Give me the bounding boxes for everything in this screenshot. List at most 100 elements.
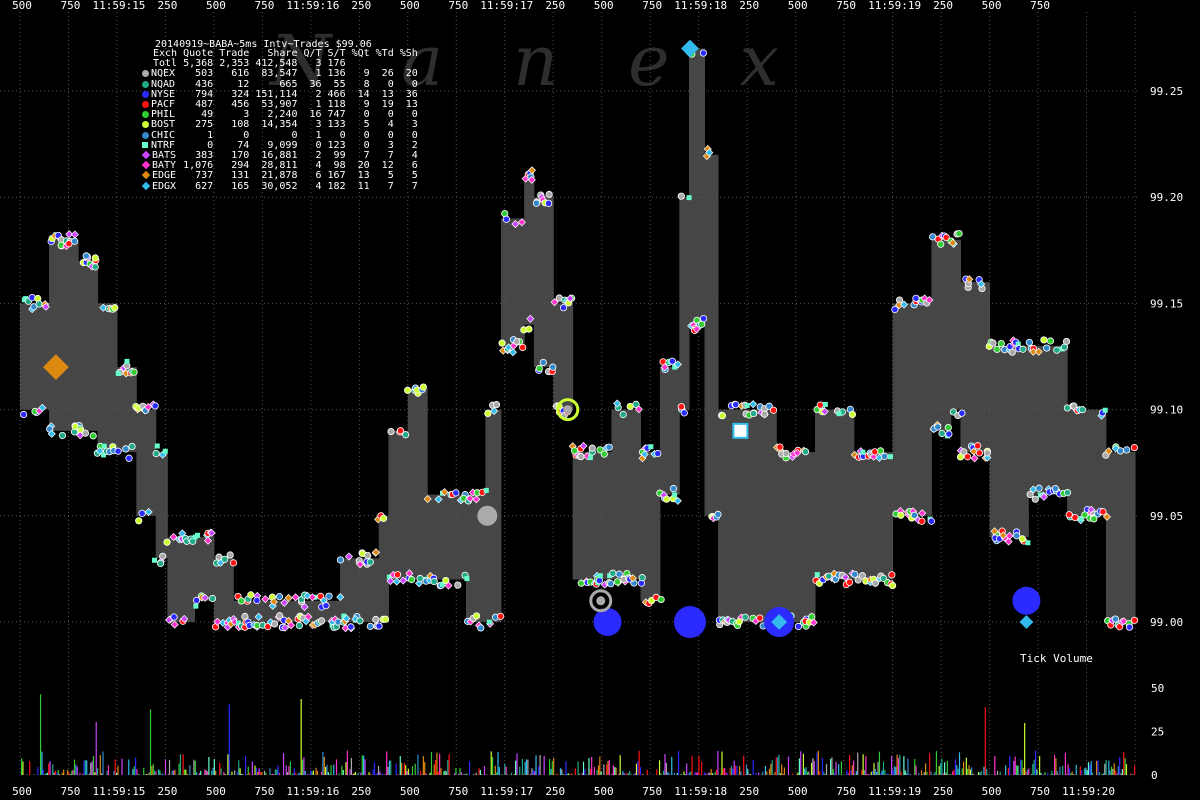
trade-marker-dot bbox=[605, 443, 613, 451]
tick-volume-bar bbox=[249, 772, 251, 775]
tick-volume-bar bbox=[774, 772, 776, 775]
trade-marker-dot bbox=[111, 304, 119, 312]
tick-volume-bar bbox=[762, 771, 764, 775]
stats-cell-value: 182 bbox=[327, 180, 346, 192]
tick-volume-bar bbox=[162, 773, 164, 775]
tick-volume-bar bbox=[238, 760, 240, 775]
tick-volume-bar bbox=[896, 754, 898, 775]
x-tick-label-top: 500 bbox=[206, 0, 226, 12]
tick-volume-bar bbox=[962, 761, 965, 775]
tick-volume-bar bbox=[521, 758, 524, 775]
tick-volume-bar bbox=[531, 768, 533, 775]
tick-volume-bar bbox=[405, 765, 407, 775]
y-tick-label: 99.25 bbox=[1150, 85, 1183, 98]
trade-marker-dot bbox=[484, 409, 492, 418]
tick-volume-bar bbox=[695, 772, 697, 775]
tick-volume-bar bbox=[1098, 772, 1100, 775]
tick-volume-bar bbox=[563, 774, 566, 775]
tick-volume-bar bbox=[806, 771, 809, 775]
tick-volume-bar bbox=[701, 761, 703, 775]
tick-volume-bar bbox=[885, 774, 887, 775]
tick-volume-bar bbox=[1026, 769, 1028, 775]
tick-volume-bar bbox=[342, 769, 344, 775]
nbbo-spread-band bbox=[1028, 345, 1068, 495]
trade-marker-square bbox=[151, 557, 157, 563]
trade-marker-dot bbox=[247, 591, 255, 599]
large-marker-square bbox=[732, 422, 749, 439]
trade-marker-dot bbox=[152, 450, 160, 458]
tick-volume-bar bbox=[376, 772, 378, 775]
tick-volume-bar bbox=[758, 772, 760, 775]
trade-marker-dot bbox=[559, 304, 568, 312]
trade-marker-dot bbox=[545, 190, 553, 199]
tick-volume-bar bbox=[448, 754, 450, 775]
tick-volume-bar bbox=[983, 766, 985, 775]
tick-volume-bar bbox=[299, 773, 301, 775]
tick-volume-bar bbox=[160, 773, 162, 775]
tick-volume-bar bbox=[745, 764, 748, 775]
tick-volume-bar bbox=[967, 768, 969, 775]
tick-volume-bar bbox=[1009, 756, 1011, 775]
trade-marker-dot bbox=[958, 409, 966, 417]
trade-marker-dot bbox=[122, 445, 130, 453]
tick-volume-bar bbox=[1120, 773, 1122, 775]
tick-volume-bar bbox=[878, 751, 881, 775]
tick-volume-bar bbox=[134, 757, 137, 775]
tick-volume-bar bbox=[387, 766, 389, 775]
tick-volume-bar bbox=[775, 757, 777, 775]
trade-marker-dot bbox=[229, 559, 238, 567]
tick-volume-bar bbox=[236, 771, 238, 775]
tick-volume-bar bbox=[288, 766, 290, 775]
tick-volume-bar bbox=[1090, 761, 1092, 775]
tick-volume-bar bbox=[766, 771, 768, 775]
trade-marker-dot bbox=[851, 570, 859, 578]
tick-volume-bar bbox=[848, 754, 851, 775]
tick-volume-bar bbox=[406, 771, 408, 775]
tick-volume-bar bbox=[986, 768, 988, 775]
trade-marker-dot bbox=[454, 581, 462, 589]
tick-volume-bar bbox=[676, 773, 678, 775]
trade-marker-dot bbox=[963, 453, 972, 461]
tick-volume-bar bbox=[402, 774, 404, 775]
tick-volume-bar bbox=[566, 773, 568, 775]
tick-volume-bar bbox=[1129, 773, 1132, 775]
tick-volume-bar bbox=[882, 761, 885, 775]
trade-marker-dot bbox=[714, 510, 722, 518]
trade-marker-dot bbox=[226, 551, 234, 559]
x-tick-label-top: 500 bbox=[982, 0, 1002, 12]
tick-volume-bar bbox=[733, 760, 735, 775]
tick-volume-bar bbox=[880, 773, 882, 775]
tick-volume-bar bbox=[825, 763, 828, 775]
trade-marker-dot bbox=[756, 614, 764, 622]
trade-marker-dot bbox=[668, 357, 676, 365]
tick-volume-bar bbox=[455, 767, 457, 775]
tick-volume-bar bbox=[843, 774, 845, 775]
tick-volume-bar bbox=[557, 773, 559, 775]
nbbo-spread-band bbox=[718, 409, 777, 622]
tick-volume-bar bbox=[379, 771, 381, 775]
tick-volume-bar bbox=[797, 772, 799, 775]
trade-marker-dot bbox=[638, 574, 646, 582]
tick-volume-bar bbox=[630, 774, 632, 775]
tick-volume-bar bbox=[578, 773, 581, 775]
x-tick-label-bottom: 500 bbox=[594, 785, 614, 798]
tick-volume-bar bbox=[258, 768, 260, 775]
trade-marker-dot bbox=[735, 618, 743, 626]
tick-volume-bar bbox=[688, 772, 691, 775]
trade-marker-dot bbox=[1111, 615, 1120, 623]
legend-marker-icon bbox=[142, 90, 149, 98]
tick-volume-bar bbox=[133, 766, 135, 775]
x-tick-label-top: 750 bbox=[61, 0, 81, 12]
large-marker-dot bbox=[673, 606, 706, 638]
tick-volume-bar bbox=[599, 756, 601, 775]
tick-volume-bar bbox=[567, 773, 570, 775]
tick-volume-bar bbox=[417, 754, 419, 775]
tick-volume-bar bbox=[726, 772, 729, 775]
trade-marker-dot bbox=[677, 403, 685, 411]
tick-volume-bar bbox=[910, 774, 912, 775]
tick-volume-bar bbox=[660, 773, 662, 775]
trade-marker-dot bbox=[910, 511, 918, 519]
tick-volume-bar bbox=[155, 771, 157, 775]
tick-volume-bar bbox=[90, 762, 92, 775]
trade-marker-diamond bbox=[70, 230, 79, 239]
